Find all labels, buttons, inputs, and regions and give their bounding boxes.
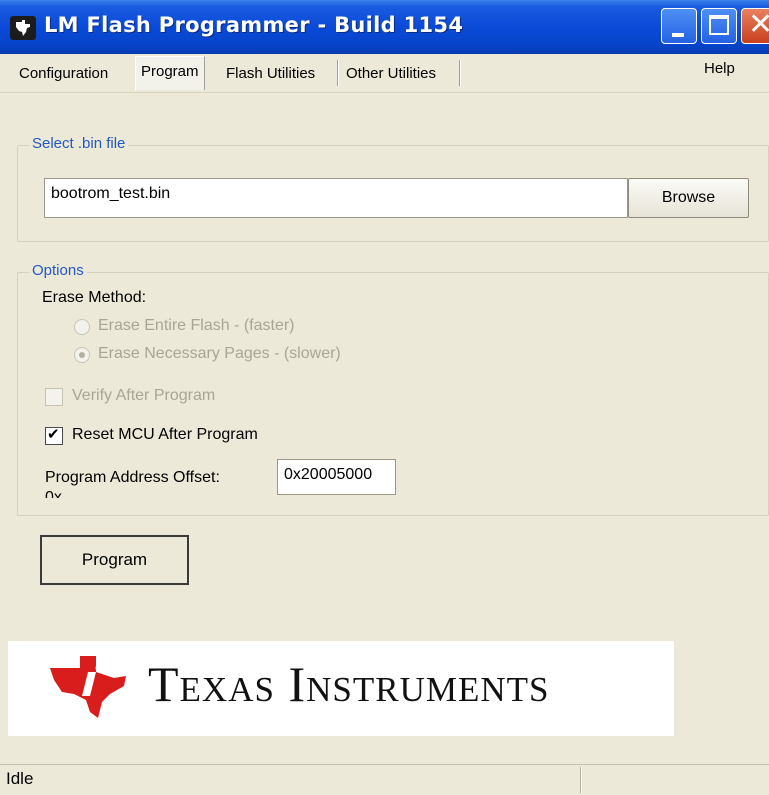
status-text: Idle <box>6 769 34 788</box>
texas-instruments-wordmark: Texas Instruments <box>148 655 549 713</box>
minimize-button[interactable] <box>661 8 697 44</box>
tab-configuration[interactable]: Configuration <box>15 60 112 88</box>
verify-after-program-label: Verify After Program <box>72 387 216 404</box>
ti-logo-icon <box>50 656 126 718</box>
close-icon: ✕ <box>748 7 769 42</box>
help-menu[interactable]: Help <box>704 60 735 77</box>
tab-flash-utilities[interactable]: Flash Utilities <box>222 60 319 88</box>
erase-necessary-pages-label: Erase Necessary Pages - (slower) <box>98 345 341 362</box>
tab-divider <box>338 60 339 86</box>
bin-file-input[interactable]: bootrom_test.bin <box>44 178 628 218</box>
status-bar: Idle <box>0 764 769 795</box>
radio-selected-dot <box>79 352 85 358</box>
erase-entire-flash-radio[interactable] <box>74 319 90 335</box>
program-button[interactable]: Program <box>40 535 189 585</box>
reset-mcu-label: Reset MCU After Program <box>72 426 258 443</box>
browse-button[interactable]: Browse <box>628 178 749 218</box>
erase-method-label: Erase Method: <box>42 289 147 306</box>
verify-after-program-checkbox[interactable] <box>45 388 63 406</box>
maximize-button[interactable] <box>701 8 737 44</box>
checkmark-icon: ✔ <box>47 425 60 443</box>
status-divider <box>580 767 581 793</box>
tab-other-utilities[interactable]: Other Utilities <box>342 60 440 88</box>
reset-mcu-checkbox[interactable]: ✔ <box>45 425 63 445</box>
window-title: LM Flash Programmer - Build 1154 <box>44 13 464 37</box>
minimize-icon <box>672 33 684 37</box>
select-file-group-label: Select .bin file <box>29 135 129 152</box>
close-button[interactable]: ✕ <box>741 8 769 44</box>
erase-necessary-pages-radio[interactable] <box>74 347 90 363</box>
maximize-icon <box>709 15 729 35</box>
wordmark-texas: Texas <box>148 656 275 712</box>
title-bar[interactable]: LM Flash Programmer - Build 1154 ✕ <box>0 0 769 54</box>
tab-program[interactable]: Program <box>135 56 205 90</box>
wordmark-instruments: Instruments <box>288 656 550 712</box>
tab-divider <box>460 60 461 86</box>
app-window: LM Flash Programmer - Build 1154 ✕ Confi… <box>0 0 769 795</box>
erase-entire-flash-label: Erase Entire Flash - (faster) <box>98 317 295 334</box>
program-address-offset-input[interactable]: 0x20005000 <box>277 459 396 495</box>
address-prefix-text: 0x <box>45 490 85 498</box>
ti-app-icon <box>10 16 36 40</box>
options-group-label: Options <box>29 262 87 279</box>
program-address-offset-label: Program Address Offset: <box>45 469 220 486</box>
tab-bar: Configuration Program Flash Utilities Ot… <box>0 54 769 93</box>
